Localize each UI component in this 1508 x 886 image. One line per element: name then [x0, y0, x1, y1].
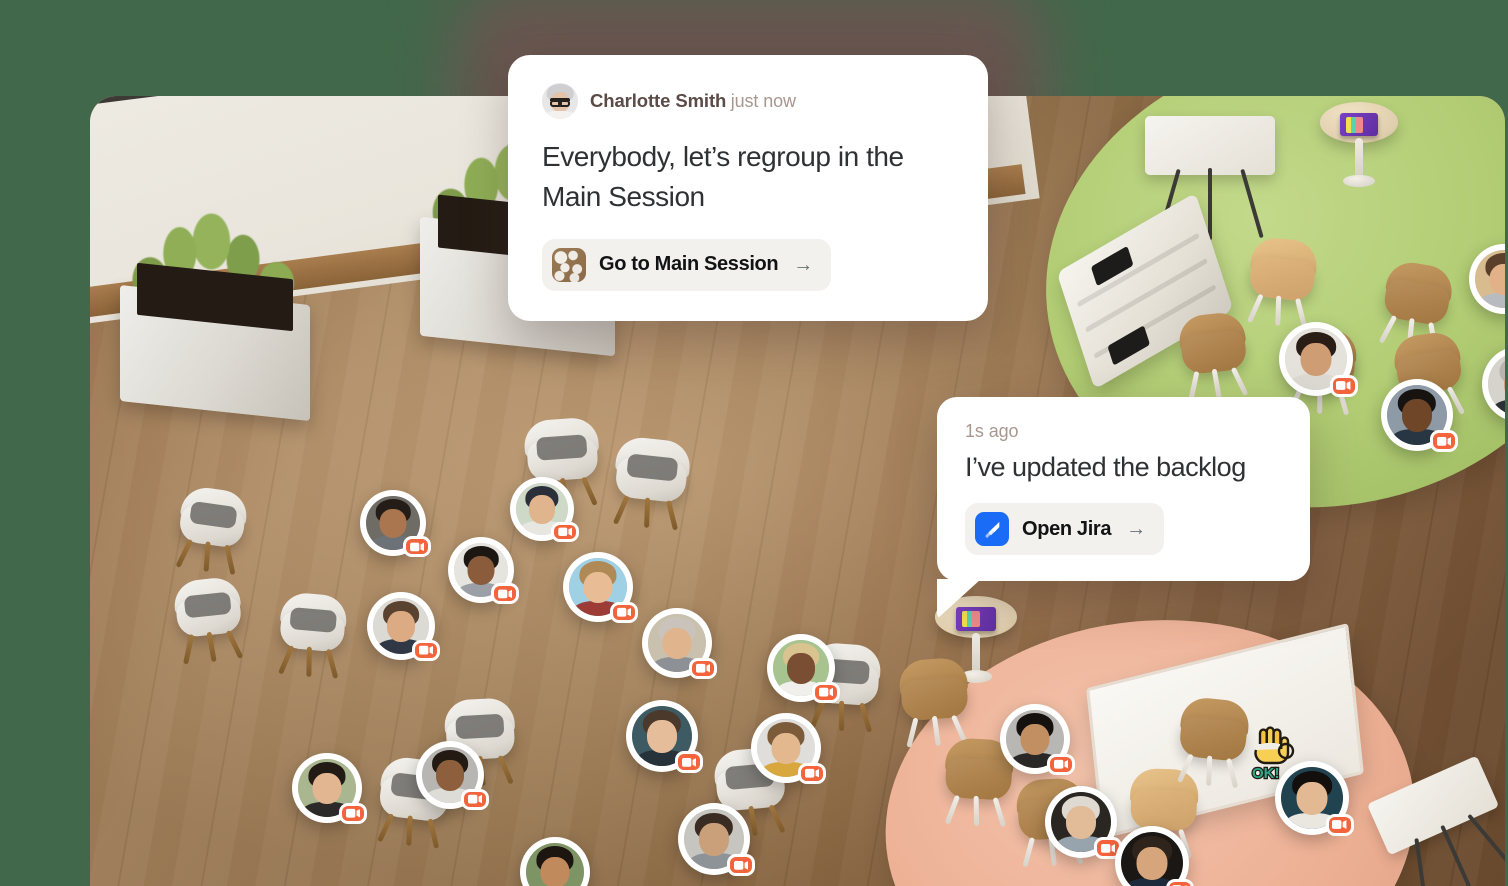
charlotte-avatar: [542, 83, 578, 119]
video-camera-badge-icon: [613, 604, 635, 620]
chat-bubble-tail: [937, 579, 981, 620]
ok-hand-sticker: OK!: [1248, 724, 1304, 786]
arrow-right-icon: →: [793, 253, 814, 276]
participant-face: [1475, 250, 1505, 308]
video-camera-badge-icon: [464, 792, 486, 807]
planter-left: [120, 203, 310, 421]
chair: [893, 653, 976, 748]
open-jira-label: Open Jira: [1022, 517, 1112, 540]
participant-face: [1121, 832, 1183, 886]
chair: [171, 481, 255, 575]
side-table-green: [1320, 102, 1398, 187]
jira-icon: [975, 512, 1009, 547]
video-camera-badge-icon: [1433, 433, 1455, 449]
go-to-main-session-button[interactable]: Go to Main Session →: [542, 238, 832, 291]
participant-face: [526, 843, 584, 886]
chat-bubble-timestamp: 1s ago: [965, 421, 1019, 441]
announcement-message: Everybody, let’s regroup in the Main Ses…: [542, 141, 904, 212]
chair: [1172, 692, 1257, 789]
chair: [1124, 765, 1204, 859]
participant-avatar[interactable]: [367, 592, 437, 660]
video-camera-badge-icon: [1050, 756, 1072, 772]
participant-avatar[interactable]: [767, 634, 837, 702]
video-camera-badge-icon: [1328, 816, 1351, 833]
participant-avatar[interactable]: [642, 608, 714, 678]
participant-avatar[interactable]: [626, 700, 700, 772]
announcement-card-header: Charlotte Smith just now: [542, 83, 958, 119]
chair: [607, 432, 698, 531]
participant-avatar[interactable]: [416, 741, 486, 809]
participant-avatar[interactable]: [751, 713, 823, 783]
chair: [272, 588, 353, 679]
video-camera-badge-icon: [406, 539, 428, 554]
chat-bubble-message: I’ve updated the backlog: [965, 452, 1246, 482]
room-thumbnail-icon: [552, 247, 586, 282]
video-camera-badge-icon: [678, 754, 700, 770]
chat-bubble-card[interactable]: 1s ago I’ve updated the backlog Open Jir…: [937, 397, 1310, 620]
chair: [1172, 307, 1254, 402]
video-camera-badge-icon: [342, 805, 364, 821]
chair: [1242, 232, 1325, 329]
participant-avatar[interactable]: [510, 477, 576, 541]
video-camera-badge-icon: [415, 643, 437, 658]
video-camera-badge-icon: [815, 685, 837, 700]
video-camera-badge-icon: [494, 586, 516, 601]
participant-avatar[interactable]: [1279, 322, 1355, 396]
participant-avatar[interactable]: [678, 803, 752, 875]
participant-avatar[interactable]: [1045, 786, 1119, 858]
participant-avatar[interactable]: [448, 537, 516, 603]
chair: [167, 572, 249, 665]
video-camera-badge-icon: [1332, 377, 1355, 394]
video-camera-badge-icon: [730, 857, 752, 873]
video-camera-badge-icon: [692, 660, 714, 676]
whiteboard-easel-green: [1145, 116, 1275, 240]
video-camera-badge-icon: [801, 765, 823, 781]
app-stage: OK! Charlotte Smith just now Everybody, …: [0, 0, 1508, 886]
video-camera-badge-icon: [554, 524, 576, 539]
participant-avatar[interactable]: [1000, 704, 1072, 774]
participant-avatar[interactable]: [1469, 244, 1505, 314]
participant-avatar[interactable]: [1115, 826, 1191, 886]
chair: [1375, 255, 1461, 353]
video-camera-badge-icon: [1168, 881, 1191, 886]
participant-avatar[interactable]: [292, 753, 364, 823]
participant-avatar[interactable]: [563, 552, 635, 622]
participant-avatar[interactable]: [1381, 379, 1455, 451]
sender-timestamp: just now: [730, 91, 796, 111]
go-to-main-session-label: Go to Main Session: [599, 253, 779, 275]
participant-face: [1488, 352, 1505, 416]
tablet-device-icon: [1340, 112, 1378, 137]
sender-name: Charlotte Smith: [590, 90, 727, 111]
arrow-right-icon: →: [1126, 518, 1147, 541]
announcement-card[interactable]: Charlotte Smith just now Everybody, let’…: [508, 55, 988, 321]
participant-avatar[interactable]: [520, 837, 590, 886]
ok-sticker-label: OK!: [1252, 765, 1280, 782]
open-jira-button[interactable]: Open Jira →: [965, 503, 1165, 556]
participant-avatar[interactable]: [360, 490, 428, 556]
chair: [518, 413, 607, 510]
